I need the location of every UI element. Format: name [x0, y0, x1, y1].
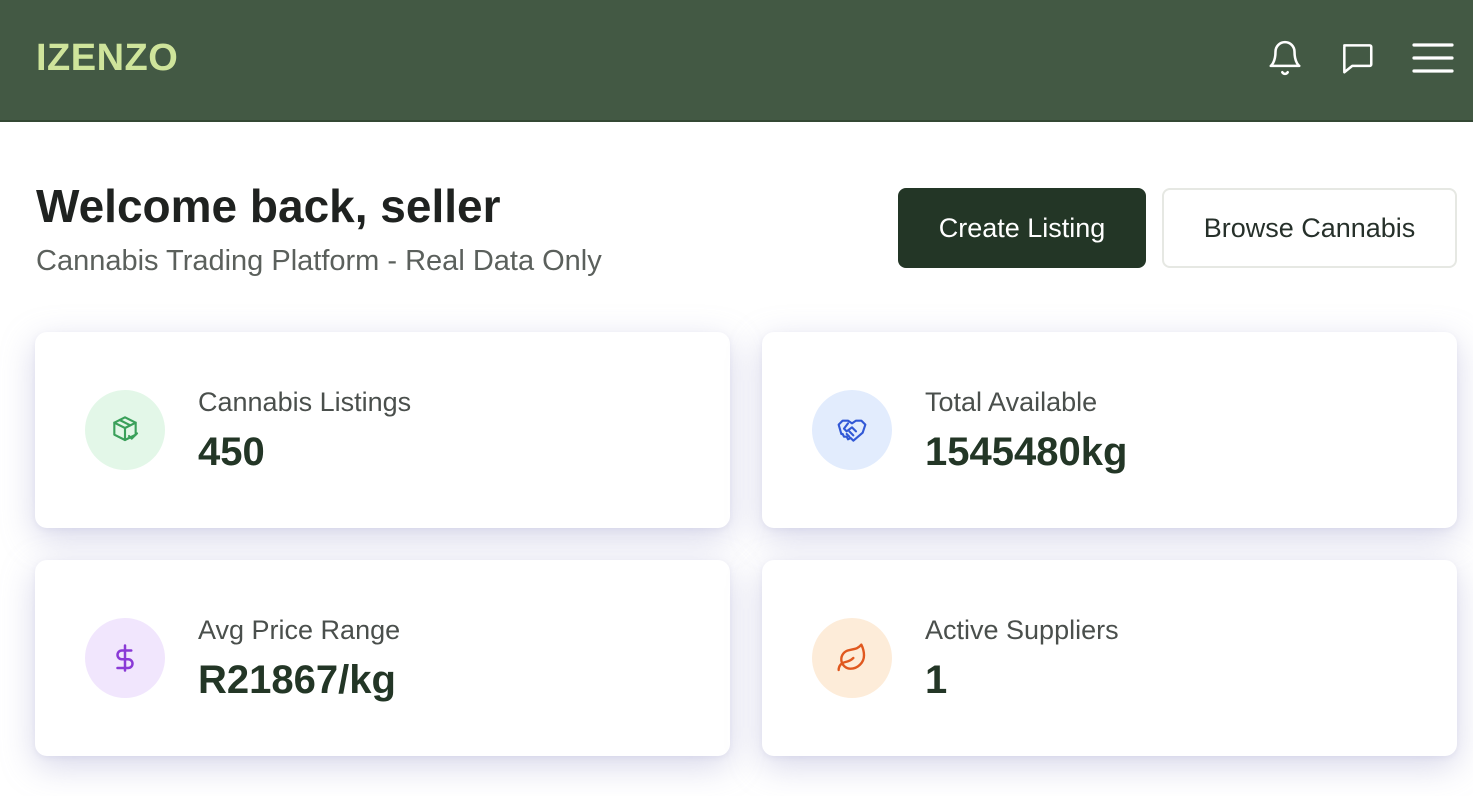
stat-card-active-suppliers: Active Suppliers 1	[762, 560, 1457, 756]
stat-label: Active Suppliers	[925, 615, 1119, 645]
stat-label: Cannabis Listings	[198, 387, 412, 417]
browse-cannabis-button[interactable]: Browse Cannabis	[1162, 188, 1457, 268]
leaf-icon	[812, 618, 892, 698]
stat-value: R21867/kg	[198, 658, 396, 702]
stat-card-total-available: Total Available 1545480kg	[762, 332, 1457, 528]
dollar-icon	[85, 618, 165, 698]
handshake-icon	[812, 390, 892, 470]
stat-label: Avg Price Range	[198, 615, 401, 645]
stat-card-listings: Cannabis Listings 450	[35, 332, 730, 528]
hamburger-menu-icon[interactable]	[1411, 38, 1455, 78]
chat-icon[interactable]	[1337, 38, 1377, 78]
stat-card-avg-price: Avg Price Range R21867/kg	[35, 560, 730, 756]
page-subtitle: Cannabis Trading Platform - Real Data On…	[36, 245, 602, 277]
package-check-icon	[85, 390, 165, 470]
stat-value: 1545480kg	[925, 430, 1128, 474]
brand-logo[interactable]: IZENZO	[36, 36, 178, 80]
page-title: Welcome back, seller	[36, 180, 501, 232]
bell-icon[interactable]	[1265, 38, 1305, 78]
stat-value: 1	[925, 658, 948, 702]
top-navbar: IZENZO	[0, 0, 1473, 122]
create-listing-button[interactable]: Create Listing	[898, 188, 1146, 268]
stat-label: Total Available	[925, 387, 1098, 417]
stat-value: 450	[198, 430, 265, 474]
